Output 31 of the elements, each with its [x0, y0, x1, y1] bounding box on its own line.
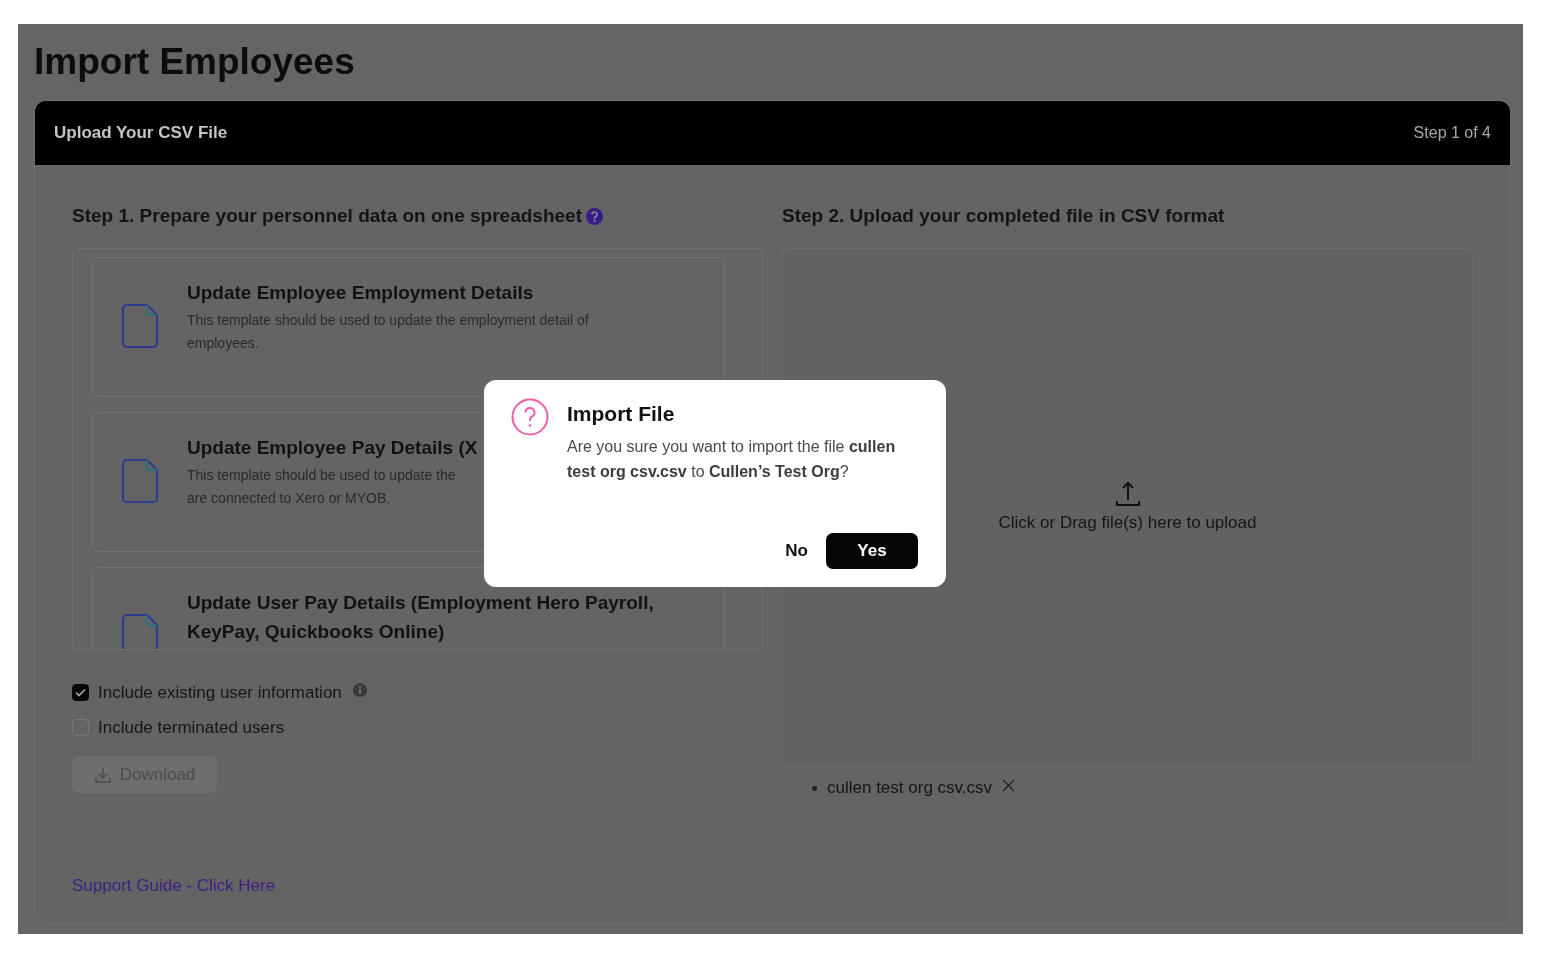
help-icon[interactable]	[586, 207, 603, 225]
template-title: Update Employee Employment Details	[187, 281, 535, 305]
template-description: employees.	[187, 334, 260, 353]
bullet-icon	[812, 785, 817, 791]
support-guide-link[interactable]: Support Guide - Click Here	[72, 876, 276, 896]
template-title: Update Employee Pay Details (X	[187, 436, 478, 460]
document-icon	[121, 303, 159, 349]
document-icon	[121, 458, 159, 504]
step-heading: Step 1. Prepare your personnel data on one spreadsheet	[72, 205, 582, 227]
checkbox-label: Include terminated users	[98, 717, 285, 738]
confirm-button[interactable]: Yes	[826, 533, 918, 569]
checkmark-icon	[75, 688, 86, 697]
step-indicator: Step 1 of 4	[1413, 124, 1491, 142]
document-icon	[121, 613, 159, 649]
panel-title: Upload Your CSV File	[54, 123, 228, 143]
step-heading: Step 2. Upload your completed file in CSV format	[782, 205, 1225, 227]
checkbox-label: Include existing user information	[98, 682, 342, 703]
template-description: This template should be used to update the	[187, 466, 457, 485]
template-title: KeyPay, Quickbooks Online)	[187, 620, 446, 644]
page-title: Import Employees	[34, 40, 356, 84]
template-description: This template should be used to update the employment detail of	[187, 311, 589, 330]
question-icon	[511, 398, 549, 436]
template-description: are connected to Xero or MYOB.	[187, 489, 392, 508]
info-icon[interactable]	[352, 682, 367, 697]
download-icon	[93, 765, 112, 784]
file-name: cullen test org csv.csv	[827, 778, 993, 798]
checkbox[interactable]	[72, 684, 89, 701]
close-icon[interactable]	[1002, 778, 1016, 792]
dropzone-text: Click or Drag file(s) here to upload	[998, 513, 1257, 533]
upload-icon	[1114, 481, 1141, 507]
template-title: Update User Pay Details (Employment Hero Payroll,	[187, 591, 654, 615]
